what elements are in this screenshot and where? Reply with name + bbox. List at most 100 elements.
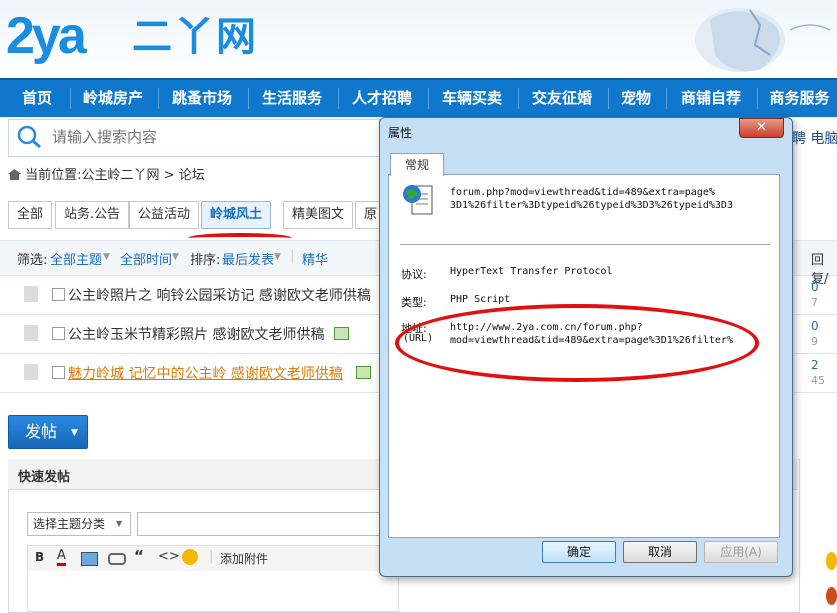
nav-separator [518, 88, 519, 109]
font-color-icon[interactable]: A [57, 548, 66, 566]
type-label: 类型: [401, 296, 427, 309]
thread-title[interactable]: 公主岭玉米节精彩照片 感谢欧文老师供稿 [68, 324, 324, 344]
red-annotation-circle [395, 304, 759, 382]
new-post-button[interactable]: 发帖 ▼ [8, 415, 88, 449]
thread-checkbox[interactable] [52, 288, 65, 301]
chevron-down-icon: ▼ [71, 428, 78, 438]
file-name-line: 3D1%26filter%3Dtypeid%26typeid%3D3%26typ… [450, 200, 733, 211]
thread-view-count: 9 [811, 335, 818, 348]
nav-separator [666, 88, 667, 109]
add-attachment-button[interactable]: 添加附件 [220, 550, 268, 567]
protocol-value: HyperText Transfer Protocol [450, 266, 613, 277]
nav-separator [338, 88, 339, 109]
chevron-down-icon: ▼ [172, 252, 179, 262]
dialog-title: 属性 [388, 126, 413, 140]
filter-digest-link[interactable]: 精华 [302, 249, 328, 268]
tab-announcements[interactable]: 站务.公告 [55, 201, 130, 229]
thread-document-icon [24, 364, 38, 380]
filter-time-dropdown[interactable]: 全部时间 [120, 249, 172, 268]
filter-label: 筛选: [17, 253, 48, 268]
nav-business-services[interactable]: 商务服务 [762, 80, 837, 117]
nav-separator [428, 88, 429, 109]
thread-document-icon [24, 286, 38, 302]
divider [400, 244, 770, 245]
filter-topic-dropdown[interactable]: 全部主题 [50, 249, 102, 268]
close-icon: ✕ [756, 120, 767, 135]
search-icon[interactable] [16, 125, 44, 149]
nav-separator [158, 88, 159, 109]
quick-post-title: 快速发帖 [18, 470, 71, 485]
close-button[interactable]: ✕ [739, 118, 784, 138]
image-attachment-icon [356, 366, 371, 379]
thread-checkbox[interactable] [52, 366, 65, 379]
main-nav: 首页 岭城房产 跳蚤市场 生活服务 人才招聘 车辆买卖 交友征婚 宠物 商铺自荐… [0, 78, 837, 117]
emoji-icon[interactable] [826, 552, 837, 570]
apply-button[interactable]: 应用(A) [704, 541, 778, 563]
breadcrumb: 当前位置:公主岭二丫网 > 论坛 [8, 164, 205, 183]
header-decoration-image [695, 8, 831, 72]
chevron-down-icon: ▼ [116, 519, 123, 528]
nav-jobs[interactable]: 人才招聘 [343, 80, 421, 117]
nav-pets[interactable]: 宠物 [612, 80, 660, 117]
chevron-down-icon: ▼ [103, 252, 110, 262]
chevron-down-icon: ▼ [274, 252, 281, 262]
new-post-label: 发帖 [25, 422, 58, 441]
breadcrumb-path[interactable]: 公主岭二丫网 > 论坛 [82, 168, 205, 183]
emoji-icon[interactable] [826, 587, 837, 605]
thread-title[interactable]: 公主岭照片之 响铃公园采访记 感谢欧文老师供稿 [68, 285, 371, 305]
site-logo-latin[interactable]: 2ya [6, 6, 87, 66]
tab-general[interactable]: 常规 [390, 153, 444, 176]
quote-icon[interactable]: “ [134, 547, 144, 565]
file-name-line: forum.php?mod=viewthread&tid=489&extra=p… [450, 187, 715, 198]
nav-tail-text[interactable]: 聘 电脑 [792, 128, 837, 148]
editor-toolbar: B A “ <> | 添加附件 [27, 545, 399, 573]
thread-view-count: 45 [811, 374, 825, 387]
toolbar-separator: | [209, 549, 214, 564]
topic-type-select[interactable]: 选择主题分类 ▼ [27, 512, 131, 536]
image-icon[interactable] [81, 552, 98, 566]
code-icon[interactable]: <> [158, 549, 180, 564]
post-editor-area[interactable] [27, 571, 399, 612]
thread-document-icon [24, 325, 38, 341]
link-icon[interactable] [108, 553, 126, 565]
topic-type-select-value: 选择主题分类 [33, 517, 106, 531]
thread-reply-count[interactable]: 2 [811, 358, 819, 372]
nav-separator [757, 88, 758, 109]
cancel-button[interactable]: 取消 [623, 541, 697, 563]
tab-picture-articles[interactable]: 精美图文 [283, 201, 354, 229]
tab-original[interactable]: 原 [355, 201, 381, 229]
tab-local-culture[interactable]: 岭城风土 [201, 201, 272, 229]
breadcrumb-prefix: 当前位置: [25, 168, 82, 183]
site-logo-chinese[interactable]: 二丫网 [132, 12, 258, 62]
nav-life-services[interactable]: 生活服务 [253, 80, 331, 117]
thread-reply-count[interactable]: 0 [811, 280, 819, 294]
nav-separator [70, 88, 71, 109]
bold-icon[interactable]: B [35, 550, 44, 564]
home-icon[interactable] [8, 169, 21, 180]
nav-shops[interactable]: 商铺自荐 [672, 80, 750, 117]
nav-real-estate[interactable]: 岭城房产 [74, 80, 152, 117]
post-title-input[interactable] [137, 512, 384, 536]
nav-home[interactable]: 首页 [8, 80, 66, 117]
thread-view-count: 7 [811, 296, 818, 309]
type-value: PHP Script [450, 294, 511, 305]
image-attachment-icon [334, 327, 349, 340]
tab-all[interactable]: 全部 [8, 201, 53, 229]
emoji-icon[interactable] [182, 549, 198, 565]
sort-dropdown[interactable]: 最后发表 [222, 249, 274, 268]
filter-separator: | [290, 249, 295, 264]
ok-button[interactable]: 确定 [542, 541, 616, 563]
document-icon [403, 185, 433, 215]
tab-charity[interactable]: 公益活动 [129, 201, 200, 229]
search-input[interactable] [50, 121, 374, 153]
nav-vehicles[interactable]: 车辆买卖 [433, 80, 511, 117]
nav-separator [248, 88, 249, 109]
thread-reply-count[interactable]: 0 [811, 319, 819, 333]
sort-label: 排序: [190, 253, 221, 268]
nav-separator [608, 88, 609, 109]
nav-flea-market[interactable]: 跳蚤市场 [163, 80, 241, 117]
nav-dating[interactable]: 交友征婚 [523, 80, 601, 117]
thread-checkbox[interactable] [52, 327, 65, 340]
thread-title[interactable]: 魅力岭城 记忆中的公主岭 感谢欧文老师供稿 [68, 363, 343, 383]
protocol-label: 协议: [401, 268, 427, 281]
